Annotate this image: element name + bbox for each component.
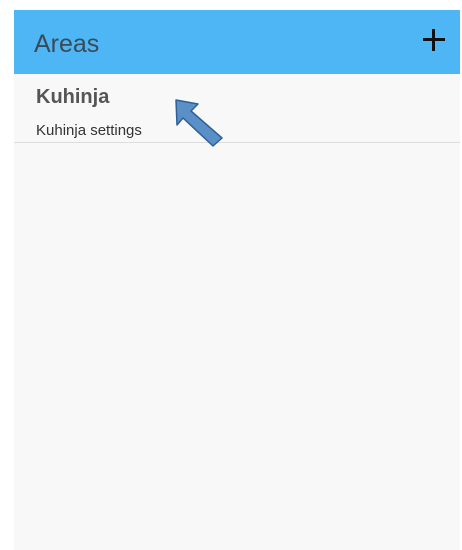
page-title: Areas	[34, 30, 100, 58]
area-subtitle: Kuhinja settings	[36, 122, 142, 139]
areas-screen: Areas Kuhinja Kuhinja settings	[14, 10, 460, 550]
list-item-kuhinja[interactable]: Kuhinja Kuhinja settings	[14, 74, 460, 143]
add-area-button[interactable]	[420, 26, 448, 54]
areas-list: Kuhinja Kuhinja settings	[14, 74, 460, 143]
plus-icon	[423, 29, 445, 51]
app-bar: Areas	[14, 10, 460, 74]
area-name: Kuhinja	[36, 86, 110, 108]
